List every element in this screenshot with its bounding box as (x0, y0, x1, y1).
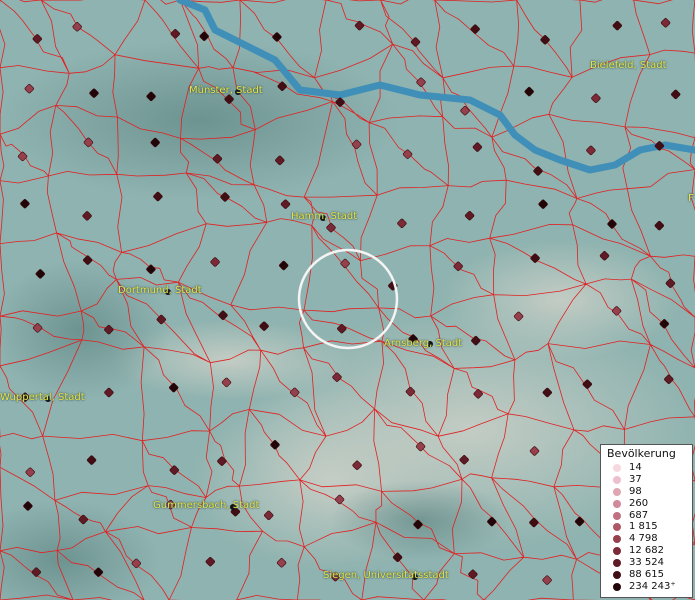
legend-row: 88 615 (601, 569, 692, 581)
legend-row: 98 (601, 486, 692, 498)
legend-row: 234 243⁺ (601, 581, 692, 593)
city-label-muenster: Münster, Stadt (189, 85, 263, 96)
legend-label: 12 682 (629, 545, 664, 557)
legend-swatch (613, 535, 621, 544)
population-legend: Bevölkerung 14 37 98 260 687 1 815 4 798 12 682… (600, 444, 693, 598)
legend-swatch (613, 559, 621, 568)
legend-label: 260 (629, 497, 649, 509)
city-label-siegen: Siegen, Universitätsstadt (323, 570, 449, 581)
legend-swatch (613, 547, 621, 556)
legend-label: 4 798 (629, 533, 658, 545)
city-label-arnsberg: Arnsberg, Stadt (384, 338, 463, 349)
legend-row: 4 798 (601, 533, 692, 545)
legend-label: 88 615 (629, 568, 664, 580)
city-label-wuppertal: Wuppertal, Stadt (0, 392, 85, 403)
legend-swatch (613, 570, 621, 579)
legend-entries: 14 37 98 260 687 1 815 4 798 12 682 33 524 88 615… (601, 462, 692, 593)
legend-row: 37 (601, 474, 692, 486)
city-label-gummersbach: Gummersbach, Stadt (153, 500, 260, 511)
legend-label: 33 524 (629, 557, 664, 569)
legend-label: 687 (629, 509, 649, 521)
legend-row: 687 (601, 510, 692, 522)
legend-label: 98 (629, 485, 642, 497)
legend-swatch (613, 499, 621, 508)
legend-row: 14 (601, 462, 692, 474)
legend-row: 1 815 (601, 521, 692, 533)
legend-swatch (613, 475, 621, 484)
legend-row: 33 524 (601, 557, 692, 569)
legend-label: 14 (629, 461, 642, 473)
legend-label: 1 815 (629, 521, 658, 533)
legend-label: 234 243⁺ (629, 580, 676, 592)
legend-swatch (613, 523, 621, 532)
map-canvas[interactable] (0, 0, 695, 600)
legend-swatch (613, 463, 621, 472)
legend-swatch (613, 582, 621, 591)
city-label-hamm: Hamm, Stadt (291, 211, 358, 222)
legend-row: 260 (601, 498, 692, 510)
city-label-edge-fragment: F (688, 193, 694, 204)
legend-title: Bevölkerung (607, 447, 676, 460)
legend-swatch (613, 511, 621, 520)
legend-swatch (613, 487, 621, 496)
city-label-dortmund: Dortmund, Stadt (118, 285, 202, 296)
legend-label: 37 (629, 473, 642, 485)
legend-row: 12 682 (601, 545, 692, 557)
city-label-bielefeld: Bielefeld, Stadt (590, 60, 667, 71)
